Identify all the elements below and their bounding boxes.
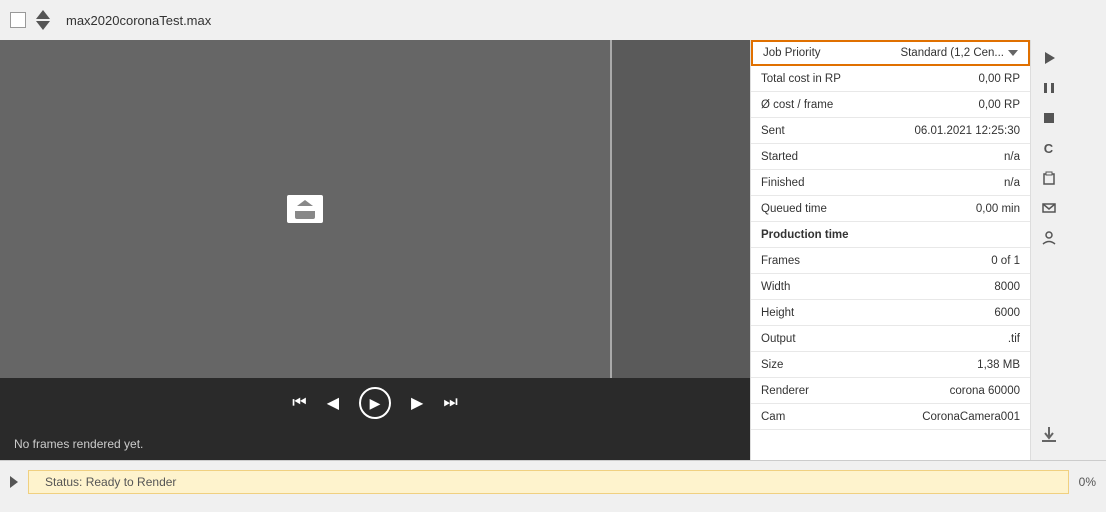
- sort-up-icon[interactable]: [36, 10, 50, 19]
- width-label: Width: [761, 281, 790, 293]
- mail-sidebar-icon[interactable]: [1035, 194, 1063, 222]
- no-frames-status: No frames rendered yet.: [0, 428, 750, 460]
- prev-frame-button[interactable]: ◀: [327, 393, 339, 413]
- size-value: 1,38 MB: [977, 359, 1020, 371]
- output-label: Output: [761, 333, 796, 345]
- height-row: Height 6000: [751, 300, 1030, 326]
- output-value: .tif: [1008, 333, 1020, 345]
- checkbox[interactable]: [10, 12, 26, 28]
- sort-down-icon[interactable]: [36, 21, 50, 30]
- person-sidebar-icon[interactable]: [1035, 224, 1063, 252]
- job-priority-label: Job Priority: [763, 47, 821, 59]
- c-sidebar-icon[interactable]: C: [1035, 134, 1063, 162]
- finished-value: n/a: [1004, 177, 1020, 189]
- job-priority-dropdown[interactable]: Standard (1,2 Cen...: [900, 47, 1018, 59]
- cam-row: Cam CoronaCamera001: [751, 404, 1030, 430]
- output-row: Output .tif: [751, 326, 1030, 352]
- cam-label: Cam: [761, 411, 785, 423]
- sent-row: Sent 06.01.2021 12:25:30: [751, 118, 1030, 144]
- download-sidebar-icon[interactable]: [1035, 420, 1063, 448]
- started-value: n/a: [1004, 151, 1020, 163]
- video-controls-bar: ⏮ ◀ ▶ ▶ ⏭: [0, 378, 750, 428]
- total-cost-label: Total cost in RP: [761, 73, 841, 85]
- total-cost-row: Total cost in RP 0,00 RP: [751, 66, 1030, 92]
- image-placeholder-icon: [287, 195, 323, 223]
- stop-sidebar-icon[interactable]: [1035, 104, 1063, 132]
- sidebar-icons-panel: C: [1030, 40, 1066, 460]
- frames-label: Frames: [761, 255, 800, 267]
- production-time-label: Production time: [761, 229, 849, 241]
- pause-sidebar-icon[interactable]: [1035, 74, 1063, 102]
- started-label: Started: [761, 151, 798, 163]
- expand-icon[interactable]: [10, 476, 18, 488]
- avg-cost-row: Ø cost / frame 0,00 RP: [751, 92, 1030, 118]
- renderer-row: Renderer corona 60000: [751, 378, 1030, 404]
- width-value: 8000: [994, 281, 1020, 293]
- queued-time-value: 0,00 min: [976, 203, 1020, 215]
- finished-label: Finished: [761, 177, 804, 189]
- top-bar: max2020coronaTest.max: [0, 0, 1106, 40]
- file-title: max2020coronaTest.max: [66, 13, 211, 28]
- height-label: Height: [761, 307, 794, 319]
- started-row: Started n/a: [751, 144, 1030, 170]
- clipboard-sidebar-icon[interactable]: [1035, 164, 1063, 192]
- bottom-bar: Status: Ready to Render 0%: [0, 460, 1106, 502]
- size-label: Size: [761, 359, 783, 371]
- job-priority-value: Standard (1,2 Cen...: [900, 47, 1004, 59]
- video-right-pane: [610, 40, 750, 378]
- status-badge: Status: Ready to Render: [28, 470, 1069, 494]
- queued-time-row: Queued time 0,00 min: [751, 196, 1030, 222]
- width-row: Width 8000: [751, 274, 1030, 300]
- sent-value: 06.01.2021 12:25:30: [914, 125, 1020, 137]
- production-time-row: Production time: [751, 222, 1030, 248]
- renderer-label: Renderer: [761, 385, 809, 397]
- size-row: Size 1,38 MB: [751, 352, 1030, 378]
- avg-cost-label: Ø cost / frame: [761, 99, 833, 111]
- play-button[interactable]: ▶: [359, 387, 391, 419]
- queued-time-label: Queued time: [761, 203, 827, 215]
- info-panel: Job Priority Standard (1,2 Cen... Total …: [750, 40, 1030, 460]
- frames-value: 0 of 1: [991, 255, 1020, 267]
- next-frame-button[interactable]: ▶: [411, 393, 423, 413]
- avg-cost-value: 0,00 RP: [978, 99, 1020, 111]
- percent-display: 0%: [1079, 475, 1096, 489]
- skip-fwd-button[interactable]: ⏭: [443, 394, 457, 412]
- video-left-pane: [0, 40, 610, 378]
- frames-row: Frames 0 of 1: [751, 248, 1030, 274]
- dropdown-arrow-icon: [1008, 50, 1018, 56]
- total-cost-value: 0,00 RP: [978, 73, 1020, 85]
- finished-row: Finished n/a: [751, 170, 1030, 196]
- video-panel: ⏮ ◀ ▶ ▶ ⏭ No frames rendered yet.: [0, 40, 750, 460]
- cam-value: CoronaCamera001: [922, 411, 1020, 423]
- sent-label: Sent: [761, 125, 785, 137]
- height-value: 6000: [994, 307, 1020, 319]
- play-sidebar-icon[interactable]: [1035, 44, 1063, 72]
- job-priority-row: Job Priority Standard (1,2 Cen...: [751, 40, 1030, 66]
- renderer-value: corona 60000: [950, 385, 1020, 397]
- skip-back-button[interactable]: ⏮: [292, 394, 306, 412]
